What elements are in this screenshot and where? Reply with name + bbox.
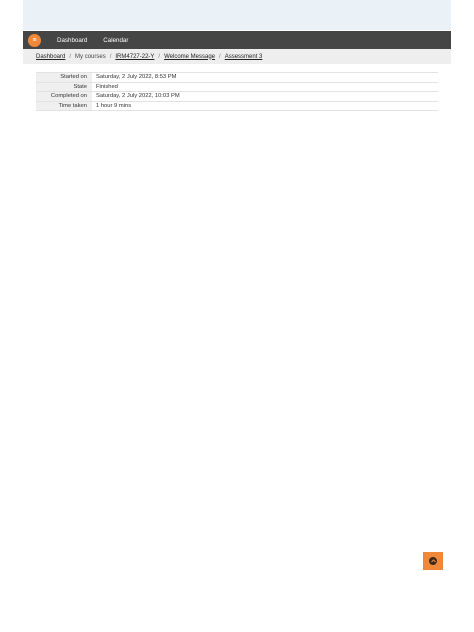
breadcrumb-separator: / <box>69 53 72 60</box>
breadcrumb: Dashboard / My courses / IRM4727-22-Y / … <box>23 49 451 64</box>
table-row: Started on Saturday, 2 July 2022, 8:53 P… <box>36 72 438 83</box>
table-row: State Finished <box>36 81 438 92</box>
row-value: Finished <box>92 81 438 92</box>
nav-link-dashboard[interactable]: Dashboard <box>57 37 87 44</box>
breadcrumb-dashboard[interactable]: Dashboard <box>36 54 65 60</box>
row-label: State <box>36 81 92 92</box>
breadcrumb-course[interactable]: IRM4727-22-Y <box>115 54 154 60</box>
breadcrumb-my-courses: My courses <box>75 53 106 60</box>
breadcrumb-assessment[interactable]: Assessment 3 <box>225 54 263 60</box>
top-navbar: ≡ Dashboard Calendar <box>23 31 451 49</box>
row-label: Completed on <box>36 91 92 102</box>
breadcrumb-section[interactable]: Welcome Message <box>164 54 215 60</box>
table-row: Time taken 1 hour 9 mins <box>36 100 438 112</box>
hamburger-icon[interactable]: ≡ <box>28 33 41 47</box>
breadcrumb-separator: / <box>109 53 112 60</box>
scroll-to-top-button[interactable] <box>423 552 443 570</box>
nav-link-calendar[interactable]: Calendar <box>103 37 128 44</box>
breadcrumb-separator: / <box>158 53 161 60</box>
breadcrumb-separator: / <box>219 53 221 60</box>
row-label: Time taken <box>36 100 92 112</box>
table-row: Completed on Saturday, 2 July 2022, 10:0… <box>36 91 438 102</box>
row-value: Saturday, 2 July 2022, 10:03 PM <box>92 91 438 102</box>
chevron-up-icon <box>429 557 437 565</box>
row-value: 1 hour 9 mins <box>92 100 438 112</box>
page-header-band <box>23 0 451 30</box>
row-label: Started on <box>36 72 92 83</box>
attempt-summary-table: Started on Saturday, 2 July 2022, 8:53 P… <box>36 72 438 112</box>
row-value: Saturday, 2 July 2022, 8:53 PM <box>92 72 438 83</box>
